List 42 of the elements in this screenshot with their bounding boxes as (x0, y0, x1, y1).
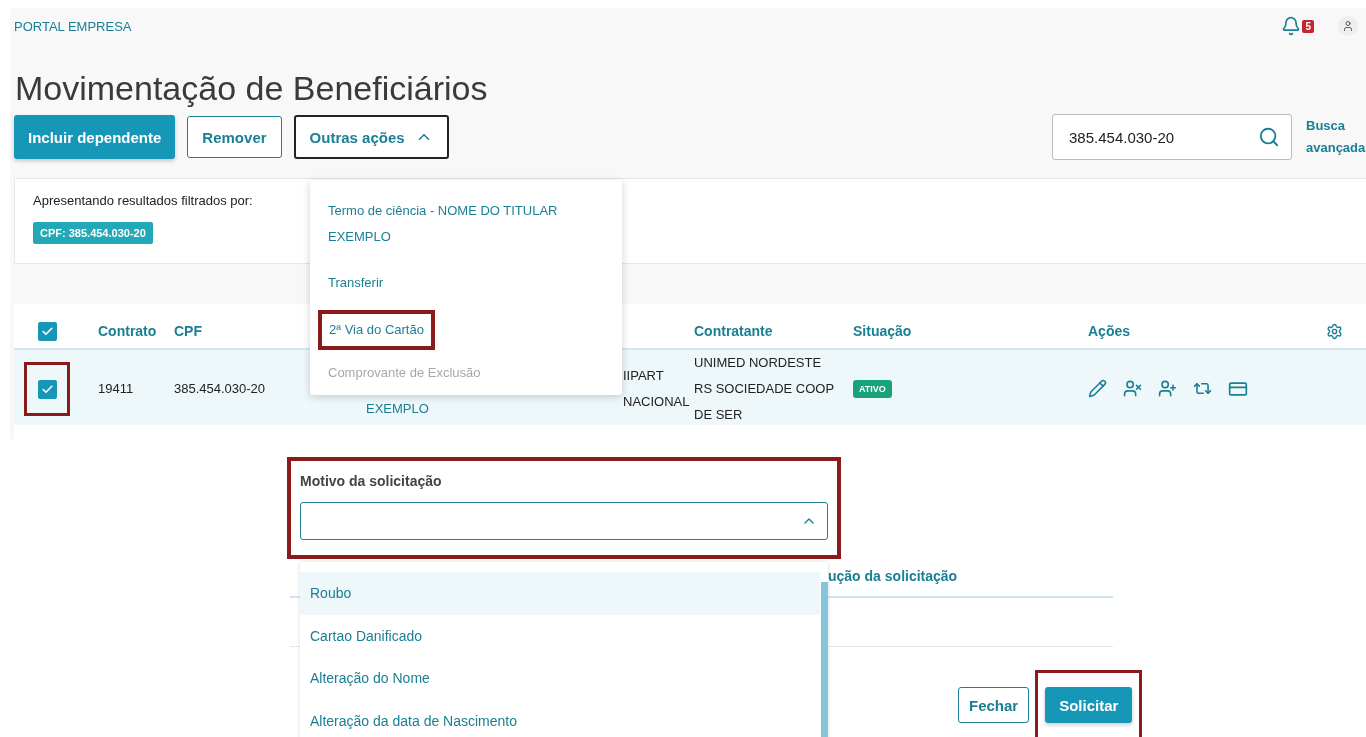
table-cell-text: 19411 (98, 380, 135, 398)
menu-item[interactable]: Transferir (318, 264, 394, 302)
user-add-icon[interactable] (1158, 379, 1177, 398)
check-icon (40, 324, 54, 338)
submit-button[interactable]: Solicitar (1045, 687, 1133, 723)
menu-item[interactable]: 2ª Via do Cartão (318, 310, 435, 350)
bell-icon[interactable] (1281, 16, 1302, 36)
section-heading: ução da solicitação (828, 568, 958, 584)
menu-item[interactable]: Termo de ciência - NOME DO TITULAR EXEMPLO (318, 192, 614, 256)
pencil-icon[interactable] (1088, 379, 1107, 398)
name-link[interactable]: EXEMPLO (366, 401, 531, 416)
page-title: Movimentação de Beneficiários (15, 68, 489, 108)
column-header: Situação (853, 323, 912, 339)
close-button[interactable]: Fechar (958, 687, 1030, 723)
user-remove-icon[interactable] (1123, 379, 1142, 398)
settings-icon[interactable] (1326, 322, 1343, 340)
column-header: Ações (1088, 323, 1131, 339)
notification-badge: 5 (1302, 19, 1314, 33)
checkbox[interactable] (37, 379, 57, 399)
filter-label: Apresentando resultados filtrados por: (33, 193, 254, 208)
column-header: CPF (174, 323, 202, 339)
status-badge: ATIVO (853, 380, 892, 398)
brand-name: PORTAL EMPRESA (14, 18, 132, 34)
table-cell-text: 385.454.030-20 (174, 380, 267, 398)
checkbox[interactable] (37, 321, 57, 341)
avatar-icon[interactable] (1338, 16, 1358, 36)
column-header: Contrato (98, 323, 157, 339)
advanced-search-link[interactable]: Busca avançada (1306, 115, 1366, 159)
card-icon[interactable] (1228, 379, 1248, 399)
option-item[interactable]: Roubo (300, 572, 820, 615)
select-field[interactable] (300, 502, 828, 540)
filter-tag: CPF: 385.454.030-20 (33, 222, 153, 244)
table-cell-text: IIPART NACIONAL (623, 367, 691, 411)
table-cell-text: UNIMED NORDESTE RS SOCIEDADE COOP DE SER (694, 354, 834, 424)
secondary-button[interactable]: Remover (187, 116, 282, 158)
search-field[interactable]: 385.454.030-20 (1052, 114, 1292, 160)
primary-button[interactable]: Incluir dependente (14, 115, 176, 159)
menu-button[interactable]: Outras ações (293, 115, 449, 159)
field-label: Motivo da solicitação (300, 473, 443, 489)
check-icon (40, 382, 54, 396)
search-icon[interactable] (1258, 126, 1280, 148)
column-header: Contratante (694, 323, 773, 339)
